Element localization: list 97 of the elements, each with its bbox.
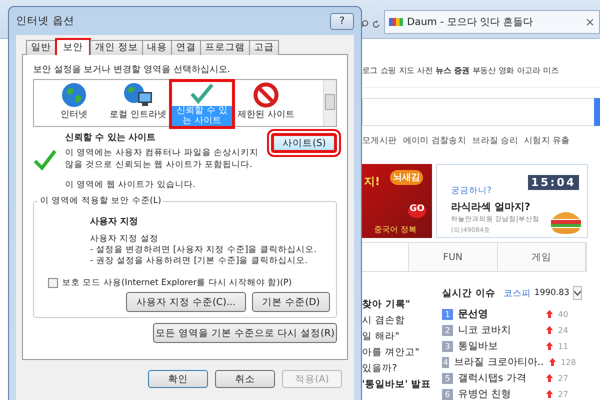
zone-title: 신뢰할 수 있는 사이트 xyxy=(65,132,156,144)
reset-zones-button[interactable]: 모든 영역을 기본 수준으로 다시 설정(R) xyxy=(153,323,337,343)
rank-number: 3 xyxy=(442,340,453,352)
check-icon xyxy=(189,82,215,104)
rank-keyword[interactable]: 문선영 xyxy=(458,307,541,321)
ad-banner[interactable]: 지! 뇌새김 GO 중국어 정복 xyxy=(362,164,432,238)
default-level-button[interactable]: 기본 수준(D) xyxy=(252,292,330,312)
ad-headline: 라식라섹 얼마지? xyxy=(451,201,530,214)
zone-item[interactable]: 제한된 사이트 xyxy=(236,82,296,126)
rank-change: 27 xyxy=(558,390,570,398)
zone-label: 로컬 인트라넷 xyxy=(108,110,168,120)
tab[interactable]: 연결 xyxy=(171,40,202,55)
rank-number: 4 xyxy=(442,356,450,368)
tab[interactable]: 프로그램 xyxy=(200,40,250,55)
news-headline[interactable]: 일 해라" xyxy=(362,330,434,341)
zone-item[interactable]: 로컬 인트라넷 xyxy=(108,82,168,126)
tab[interactable]: 고급 xyxy=(249,40,280,55)
group-label: 이 영역에 적용할 보안 수준(L) xyxy=(39,195,162,207)
level-description: - 설정을 변경하려면 [사용자 지정 수준]을 클릭하십시오. xyxy=(90,245,318,256)
level-description: 사용자 지정 설정 xyxy=(90,234,160,245)
chevron-down-icon xyxy=(574,290,582,296)
rank-change: 24 xyxy=(558,326,570,334)
nav-link[interactable]: 사전 xyxy=(417,64,433,76)
rank-change: 128 xyxy=(560,358,576,366)
zone-note: 이 영역에 웹 사이트가 있습니다. xyxy=(65,179,197,191)
rank-keyword[interactable]: 통일바보 xyxy=(458,339,541,353)
nav-link[interactable]: 영화 xyxy=(498,64,514,76)
rank-change: 11 xyxy=(558,342,570,350)
content-tab[interactable]: FUN xyxy=(409,243,498,271)
nav-link[interactable]: 아고라 xyxy=(516,64,540,76)
news-headline[interactable]: '통일바보' 발표 xyxy=(362,378,434,389)
ad-caption: 중국어 정복 xyxy=(374,224,417,235)
level-title: 사용자 지정 xyxy=(90,216,140,228)
rank-keyword[interactable]: 유병언 친형 xyxy=(458,387,541,400)
nav-link[interactable]: 증권 xyxy=(454,64,470,76)
index-value: 1990.83 xyxy=(534,288,570,298)
check-icon xyxy=(33,149,57,171)
section-title: 실시간 이슈 xyxy=(442,286,496,300)
nav-link[interactable]: 지도 xyxy=(398,64,414,76)
clock-display: 15:04 xyxy=(528,175,579,190)
tab-title: Daum - 모으다 잇다 흔들다 xyxy=(407,16,534,29)
zone-item[interactable]: 인터넷 xyxy=(44,82,104,126)
dialog-button[interactable]: 취소 xyxy=(215,370,275,388)
zone-label: 인터넷 xyxy=(60,110,88,120)
help-button[interactable]: ? xyxy=(330,12,354,30)
nav-link[interactable]: 부동산 xyxy=(472,64,496,76)
zone-description: 이 영역에는 사용자 컴퓨터나 파일을 손상시키지 않을 것으로 신뢰되는 웹 사이트가 포함됩니다. xyxy=(65,147,260,171)
ad-kicker: 궁금하니? xyxy=(451,185,492,197)
nav-link[interactable]: 쇼핑 xyxy=(380,64,396,76)
issue-link[interactable]: 브라질 승리 xyxy=(472,135,518,147)
prohibited-icon xyxy=(253,82,279,108)
index-link[interactable]: 코스피 xyxy=(503,286,530,300)
zone-prompt: 보안 설정을 보거나 변경할 영역을 선택하십시오. xyxy=(33,64,232,76)
issue-link[interactable]: 모게시판 xyxy=(362,135,397,147)
level-description: - 권장 설정을 사용하려면 [기본 수준]을 클릭하십시오. xyxy=(90,256,309,267)
content-tab[interactable]: 게임 xyxy=(498,243,586,271)
nav-link[interactable]: 미즈 xyxy=(543,64,558,76)
news-headline[interactable]: 있을까? xyxy=(362,362,434,373)
news-headline[interactable]: 시 겸손함 xyxy=(362,314,434,325)
dialog-button[interactable]: 확인 xyxy=(148,370,208,388)
rank-keyword[interactable]: 브라질 크로아티아.. xyxy=(454,355,544,369)
rank-change: 27 xyxy=(558,374,570,382)
issue-link[interactable]: 시험지 유출 xyxy=(524,135,570,147)
news-headline[interactable]: 찾아 기록" xyxy=(362,298,434,309)
rank-keyword[interactable]: 갤럭시탭s 가격 xyxy=(458,371,541,385)
site-logo-icon xyxy=(389,18,403,26)
dropdown-button[interactable] xyxy=(573,286,582,300)
globe-icon xyxy=(61,82,87,108)
ad-title: 지! xyxy=(364,174,380,189)
search-bar[interactable] xyxy=(362,98,600,126)
go-badge: GO xyxy=(408,204,426,218)
zone-label: 제한된 사이트 xyxy=(236,110,296,120)
zone-label: 신뢰할 수 있는 사이트 xyxy=(172,106,232,126)
tab[interactable]: 내용 xyxy=(142,40,172,55)
checkbox-label[interactable]: 보호 모드 사용(Internet Explorer를 다시 시작해야 함)(P) xyxy=(62,277,292,289)
globe-monitor-icon xyxy=(123,82,153,108)
rank-number: 2 xyxy=(442,324,453,336)
tab[interactable]: 일반 xyxy=(26,40,56,55)
checkbox[interactable] xyxy=(48,278,58,288)
tab[interactable]: 보안 xyxy=(55,38,91,55)
nav-link[interactable]: 로그 xyxy=(362,64,378,76)
rank-keyword[interactable]: 니코 코바치 xyxy=(458,323,541,337)
rank-number: 6 xyxy=(442,388,453,400)
refresh-icon[interactable] xyxy=(372,18,380,30)
window-title: 인터넷 옵션 xyxy=(16,14,74,28)
rank-change: 40 xyxy=(558,310,570,318)
ad-badge: 뇌새김 xyxy=(390,170,423,185)
issue-link[interactable]: 에이미 검찰송치 xyxy=(402,135,466,147)
browser-tab[interactable]: Daum - 모으다 잇다 흔들다 × xyxy=(384,10,600,34)
rank-number: 5 xyxy=(442,372,453,384)
tab-close-button[interactable]: × xyxy=(584,15,595,29)
scrollbar[interactable] xyxy=(323,80,336,126)
rank-number: 1 xyxy=(442,308,453,320)
nav-link[interactable]: 뉴스 xyxy=(436,64,452,76)
news-headline[interactable]: 아를 껴안고" xyxy=(362,346,434,357)
tab[interactable]: 개인 정보 xyxy=(90,40,144,55)
custom-level-button[interactable]: 사용자 지정 수준(C)... xyxy=(126,292,246,312)
